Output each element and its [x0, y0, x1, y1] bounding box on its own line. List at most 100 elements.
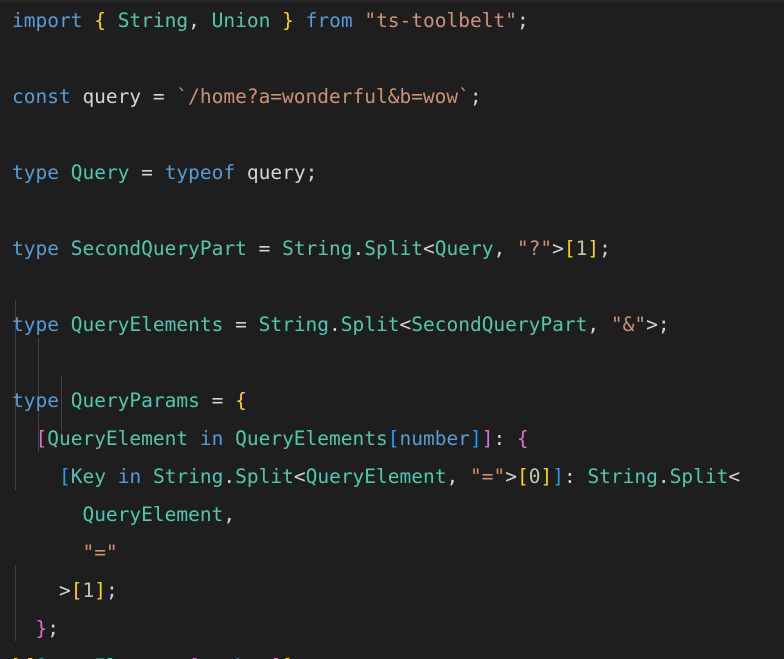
code-token: in [199, 427, 224, 450]
code-token: query [235, 161, 306, 184]
code-token: ; [294, 655, 306, 659]
code-token: const [12, 85, 71, 108]
code-token: number [399, 427, 470, 450]
code-token: String [587, 465, 658, 488]
code-token: SecondQueryPart [411, 313, 588, 336]
code-token: = [235, 313, 247, 336]
code-line[interactable]: "=" [0, 534, 784, 572]
code-token: > [58, 579, 71, 602]
code-line[interactable]: [Key in String.Split<QueryElement, "=">[… [0, 458, 784, 496]
code-token: ] [94, 579, 106, 602]
code-token: < [728, 465, 741, 488]
code-token: "=" [82, 541, 118, 564]
code-token: [ [516, 465, 529, 488]
code-token: 1 [82, 579, 95, 602]
code-line[interactable] [0, 268, 784, 306]
code-token: ] [587, 237, 600, 260]
code-token: , [223, 503, 236, 526]
code-token: ; [599, 237, 611, 260]
code-token: number [200, 655, 270, 659]
code-token: = [141, 161, 153, 184]
code-token: Key [70, 465, 106, 488]
code-line[interactable] [0, 116, 784, 154]
code-token: "?" [516, 237, 553, 260]
code-token: { [94, 9, 106, 32]
code-token: QueryElements [36, 655, 189, 659]
code-token: String [258, 313, 330, 336]
code-line[interactable] [0, 344, 784, 382]
code-token: import [12, 9, 83, 32]
code-token: [ [188, 655, 200, 659]
code-line[interactable]: [QueryElement in QueryElements[number]]:… [0, 420, 784, 458]
code-token: Query [70, 161, 130, 184]
code-token: . [223, 465, 236, 488]
code-token: "=" [469, 465, 506, 488]
code-token: < [293, 465, 306, 488]
code-token: type [12, 313, 59, 336]
code-token: . [657, 465, 670, 488]
code-token: ] [270, 655, 282, 659]
code-token: 0 [528, 465, 541, 488]
code-line[interactable]: type Query = typeof query; [0, 154, 784, 192]
code-token: "&" [610, 313, 647, 336]
code-token: ; [47, 617, 59, 640]
code-editor[interactable]: import { String, Union } from "ts-toolbe… [0, 0, 784, 659]
code-line[interactable]: }; [0, 610, 784, 648]
code-line[interactable] [0, 192, 784, 230]
code-token: } [35, 617, 48, 640]
code-token: > [552, 237, 564, 260]
code-token: Split [669, 465, 729, 488]
code-token: { [235, 389, 247, 412]
code-token: "ts-toolbelt" [364, 9, 517, 32]
code-token: Split [364, 237, 423, 260]
code-token: ; [516, 9, 529, 32]
code-token: = [258, 237, 271, 260]
code-token: [ [58, 465, 71, 488]
code-token: type [12, 389, 59, 412]
code-token: QueryElements [235, 427, 388, 450]
code-token: in [117, 465, 142, 488]
code-token: QueryElement [305, 465, 447, 488]
code-token: } [282, 9, 294, 32]
code-line[interactable]: import { String, Union } from "ts-toolbe… [0, 2, 784, 40]
code-line[interactable]: type SecondQueryPart = String.Split<Quer… [0, 230, 784, 268]
code-line[interactable]: QueryElement, [0, 496, 784, 534]
code-line[interactable]: type QueryElements = String.Split<Second… [0, 306, 784, 344]
code-line[interactable]: type QueryParams = { [0, 382, 784, 420]
code-line[interactable]: >[1]; [0, 572, 784, 610]
code-token: ] [552, 465, 564, 488]
code-token: query [70, 85, 153, 108]
code-token: >; [646, 313, 670, 336]
code-content[interactable]: import { String, Union } from "ts-toolbe… [0, 0, 784, 659]
code-token: [ [35, 427, 48, 450]
code-line[interactable]: }[QueryElements[number]]; [0, 648, 784, 659]
code-token: type [12, 161, 59, 184]
code-token: Query [434, 237, 494, 260]
code-token: QueryElements [70, 313, 224, 336]
code-token: 1 [575, 237, 588, 260]
code-token: typeof [164, 161, 236, 184]
code-line[interactable] [0, 40, 784, 78]
code-token: String [117, 9, 189, 32]
code-token: String [152, 465, 224, 488]
code-line[interactable]: const query = `/home?a=wonderful&b=wow`; [0, 78, 784, 116]
code-token: QueryElement [47, 427, 189, 450]
